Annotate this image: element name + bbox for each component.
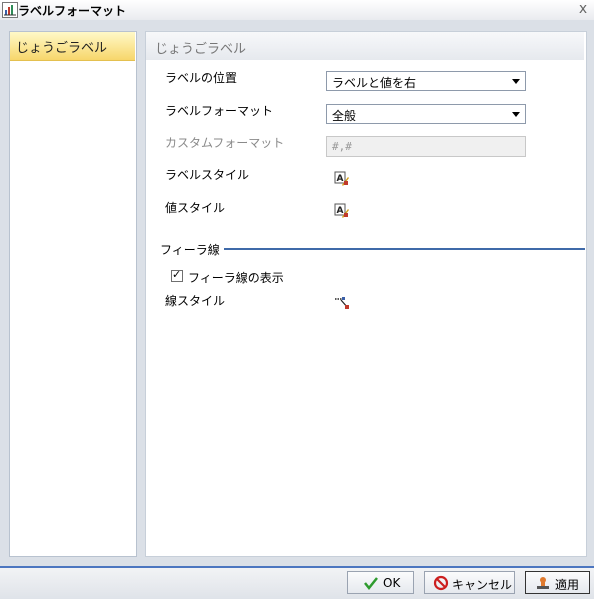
label-style-label: ラベルスタイル	[165, 168, 250, 182]
stamp-icon	[535, 575, 551, 591]
feeder-section-label: フィーラ線	[160, 243, 220, 257]
font-style-icon[interactable]: A	[334, 203, 349, 218]
label-format-label: ラベルフォーマット	[165, 104, 274, 118]
custom-format-value: #,#	[332, 140, 352, 153]
close-icon[interactable]: x	[576, 2, 590, 16]
label-position-label: ラベルの位置	[165, 71, 238, 85]
cancel-button[interactable]: キャンセル	[424, 571, 515, 594]
label-position-select[interactable]: ラベルと値を右	[326, 71, 526, 91]
apply-button[interactable]: 適用	[525, 571, 590, 594]
section-title: じょうごラベル	[155, 42, 247, 57]
chevron-down-icon[interactable]	[508, 73, 524, 89]
custom-format-label: カスタムフォーマット	[165, 136, 285, 150]
sidebar-item-label: じょうごラベル	[16, 41, 108, 56]
app-icon	[2, 2, 18, 18]
svg-text:A: A	[337, 174, 344, 184]
font-style-icon[interactable]: A	[334, 171, 349, 186]
sidebar	[9, 31, 137, 557]
svg-text:A: A	[337, 206, 344, 216]
custom-format-input: #,#	[326, 136, 526, 157]
label-position-value: ラベルと値を右	[332, 76, 417, 90]
cancel-icon	[433, 575, 449, 591]
apply-button-label: 適用	[555, 578, 580, 592]
section-divider	[224, 248, 585, 250]
label-format-value: 全般	[332, 109, 357, 123]
line-style-icon[interactable]	[334, 296, 349, 311]
chevron-down-icon[interactable]	[508, 106, 524, 122]
show-feeder-label: フィーラ線の表示	[188, 271, 284, 285]
window-title: ラベルフォーマット	[18, 4, 127, 18]
value-style-label: 値スタイル	[165, 201, 226, 215]
checkmark-icon	[363, 575, 379, 591]
show-feeder-checkbox[interactable]	[171, 268, 183, 282]
label-format-select[interactable]: 全般	[326, 104, 526, 124]
cancel-button-label: キャンセル	[452, 578, 513, 592]
line-style-label: 線スタイル	[165, 294, 226, 308]
ok-button[interactable]: OK	[347, 571, 414, 594]
ok-button-label: OK	[383, 576, 401, 590]
